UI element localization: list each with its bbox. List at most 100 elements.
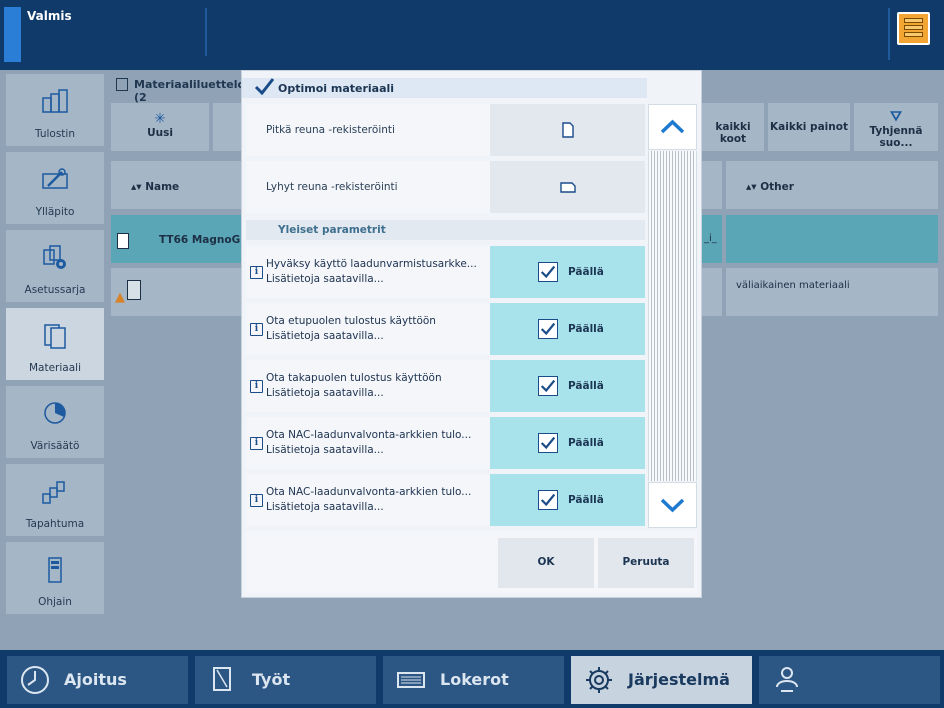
new-button[interactable]: ✳ Uusi bbox=[111, 103, 209, 151]
setting-row[interactable]: i Hyväksy käyttö laadunvarmistusarkke...… bbox=[246, 246, 645, 298]
media-icon bbox=[117, 233, 129, 249]
setting-label: i Ota takapuolen tulostus käyttöön Lisät… bbox=[246, 360, 490, 412]
info-icon[interactable]: i bbox=[250, 323, 263, 336]
checkbox-checked-icon[interactable] bbox=[538, 262, 558, 282]
setting-label: Pitkä reuna -rekisteröinti bbox=[246, 104, 490, 156]
table-cell[interactable]: _i_ bbox=[702, 215, 722, 263]
cancel-button[interactable]: Peruuta bbox=[598, 538, 694, 588]
sidebar-item-printer[interactable]: Tulostin bbox=[6, 74, 104, 146]
table-row[interactable]: TT66 MagnoGlos bbox=[111, 215, 257, 263]
sidebar-item-media[interactable]: Materiaali bbox=[6, 308, 104, 380]
setting-value[interactable] bbox=[490, 104, 645, 156]
nav-jobs[interactable]: Työt bbox=[195, 656, 376, 704]
nav-user[interactable] bbox=[759, 656, 940, 704]
portrait-page-icon bbox=[562, 122, 574, 138]
media-list-title: Materiaaliluettelo (2 bbox=[110, 74, 245, 104]
sidebar-item-presets[interactable]: Asetussarja bbox=[6, 230, 104, 302]
ok-button[interactable]: OK bbox=[498, 538, 594, 588]
sidebar-item-label: Värisäätö bbox=[30, 440, 80, 452]
checkbox-checked-icon[interactable] bbox=[538, 376, 558, 396]
clear-filter-button[interactable]: ⛛ Tyhjennä suo... bbox=[854, 103, 938, 151]
section-header: Yleiset parametrit bbox=[246, 220, 645, 240]
sidebar-item-color[interactable]: Värisäätö bbox=[6, 386, 104, 458]
setting-toggle[interactable]: Päällä bbox=[490, 417, 645, 469]
column-header[interactable] bbox=[702, 161, 722, 209]
media-list-icon bbox=[116, 78, 128, 91]
table-cell[interactable] bbox=[702, 268, 722, 316]
table-cell[interactable]: väliaikainen materiaali bbox=[726, 268, 938, 316]
setting-row[interactable]: i Ota etupuolen tulostus käyttöön Lisäti… bbox=[246, 303, 645, 355]
setting-toggle[interactable]: Päällä bbox=[490, 360, 645, 412]
toolbar-button[interactable] bbox=[213, 103, 241, 151]
clock-icon bbox=[21, 666, 49, 694]
sidebar-item-events[interactable]: Tapahtuma bbox=[6, 464, 104, 536]
setting-row[interactable]: i Ota takapuolen tulostus käyttöön Lisät… bbox=[246, 360, 645, 412]
column-header-other[interactable]: ▴▾ Other bbox=[726, 161, 938, 209]
toggle-value: Päällä bbox=[568, 266, 604, 278]
filter-clear-icon: ⛛ bbox=[890, 109, 902, 125]
checkbox-checked-icon[interactable] bbox=[538, 490, 558, 510]
setting-title: Hyväksy käyttö laadunvarmistusarkke... bbox=[266, 258, 477, 270]
sparkle-icon: ✳ bbox=[154, 111, 166, 127]
all-sizes-label: kaikki koot bbox=[715, 121, 751, 145]
clear-filter-label: Tyhjennä suo... bbox=[869, 125, 923, 149]
checkbox-checked-icon[interactable] bbox=[538, 319, 558, 339]
nav-label: Ajoitus bbox=[64, 670, 127, 689]
top-bar: Valmis bbox=[0, 0, 944, 70]
setting-row[interactable]: i Ota NAC-laadunvalvonta-arkkien tulo...… bbox=[246, 474, 645, 526]
media-icon bbox=[127, 280, 141, 300]
sidebar-item-controller[interactable]: Ohjain bbox=[6, 542, 104, 614]
setting-row-short-edge[interactable]: Lyhyt reuna -rekisteröinti bbox=[246, 161, 645, 213]
setting-title: Ota takapuolen tulostus käyttöön bbox=[266, 372, 442, 384]
gear-icon bbox=[586, 667, 612, 693]
setting-label: i Ota NAC-laadunvalvonta-arkkien tulo...… bbox=[246, 417, 490, 469]
setting-toggle[interactable]: Päällä bbox=[490, 246, 645, 298]
setting-toggle[interactable]: Päällä bbox=[490, 303, 645, 355]
sidebar-item-label: Tulostin bbox=[35, 128, 75, 140]
warning-icon: ▲ bbox=[115, 290, 125, 305]
setting-row[interactable]: i Ota NAC-laadunvalvonta-arkkien tulo...… bbox=[246, 417, 645, 469]
nav-trays[interactable]: Lokerot bbox=[383, 656, 564, 704]
all-weights-button[interactable]: Kaikki painot bbox=[768, 103, 850, 151]
all-sizes-button[interactable]: kaikki koot bbox=[702, 103, 764, 151]
sidebar-item-maintenance[interactable]: Ylläpito bbox=[6, 152, 104, 224]
setting-title: Ota etupuolen tulostus käyttöön bbox=[266, 315, 436, 327]
info-icon[interactable]: i bbox=[250, 266, 263, 279]
status-text: Valmis bbox=[27, 9, 72, 23]
sidebar-item-label: Asetussarja bbox=[24, 284, 86, 296]
setting-title: Ota NAC-laadunvalvonta-arkkien tulo... bbox=[266, 429, 472, 441]
landscape-page-icon bbox=[560, 182, 576, 193]
table-row[interactable]: ▲ bbox=[111, 268, 242, 316]
chevron-up-icon bbox=[660, 119, 685, 134]
setting-toggle[interactable]: Päällä bbox=[490, 474, 645, 526]
dialog-title: Optimoi materiaali bbox=[242, 78, 647, 98]
setting-row-long-edge[interactable]: Pitkä reuna -rekisteröinti bbox=[246, 104, 645, 156]
setting-label: Lyhyt reuna -rekisteröinti bbox=[246, 161, 490, 213]
toggle-value: Päällä bbox=[568, 494, 604, 506]
info-icon[interactable]: i bbox=[250, 380, 263, 393]
table-cell[interactable] bbox=[726, 215, 938, 263]
nav-label: Työt bbox=[252, 670, 291, 689]
info-icon[interactable]: i bbox=[250, 437, 263, 450]
column-header-label: Name bbox=[145, 181, 180, 193]
setting-hint: Lisätietoja saatavilla... bbox=[266, 273, 384, 285]
nav-scheduling[interactable]: Ajoitus bbox=[7, 656, 188, 704]
events-icon bbox=[42, 481, 65, 504]
setting-label-text: Lyhyt reuna -rekisteröinti bbox=[266, 181, 398, 193]
setting-value[interactable] bbox=[490, 161, 645, 213]
column-header-name[interactable]: ▴▾ Name bbox=[111, 161, 242, 209]
settings-icon bbox=[43, 245, 66, 269]
dialog-title-text: Optimoi materiaali bbox=[278, 82, 395, 95]
scroll-up-button[interactable] bbox=[648, 104, 697, 150]
nav-label: Järjestelmä bbox=[628, 670, 730, 689]
divider bbox=[205, 8, 207, 56]
nav-system[interactable]: Järjestelmä bbox=[571, 656, 752, 704]
scroll-track[interactable] bbox=[648, 151, 697, 481]
info-icon[interactable]: i bbox=[250, 494, 263, 507]
server-icon[interactable] bbox=[897, 12, 930, 45]
checkbox-checked-icon[interactable] bbox=[538, 433, 558, 453]
scroll-down-button[interactable] bbox=[648, 482, 697, 528]
setting-hint: Lisätietoja saatavilla... bbox=[266, 330, 384, 342]
toggle-value: Päällä bbox=[568, 323, 604, 335]
setting-label: i Ota NAC-laadunvalvonta-arkkien tulo...… bbox=[246, 474, 490, 526]
